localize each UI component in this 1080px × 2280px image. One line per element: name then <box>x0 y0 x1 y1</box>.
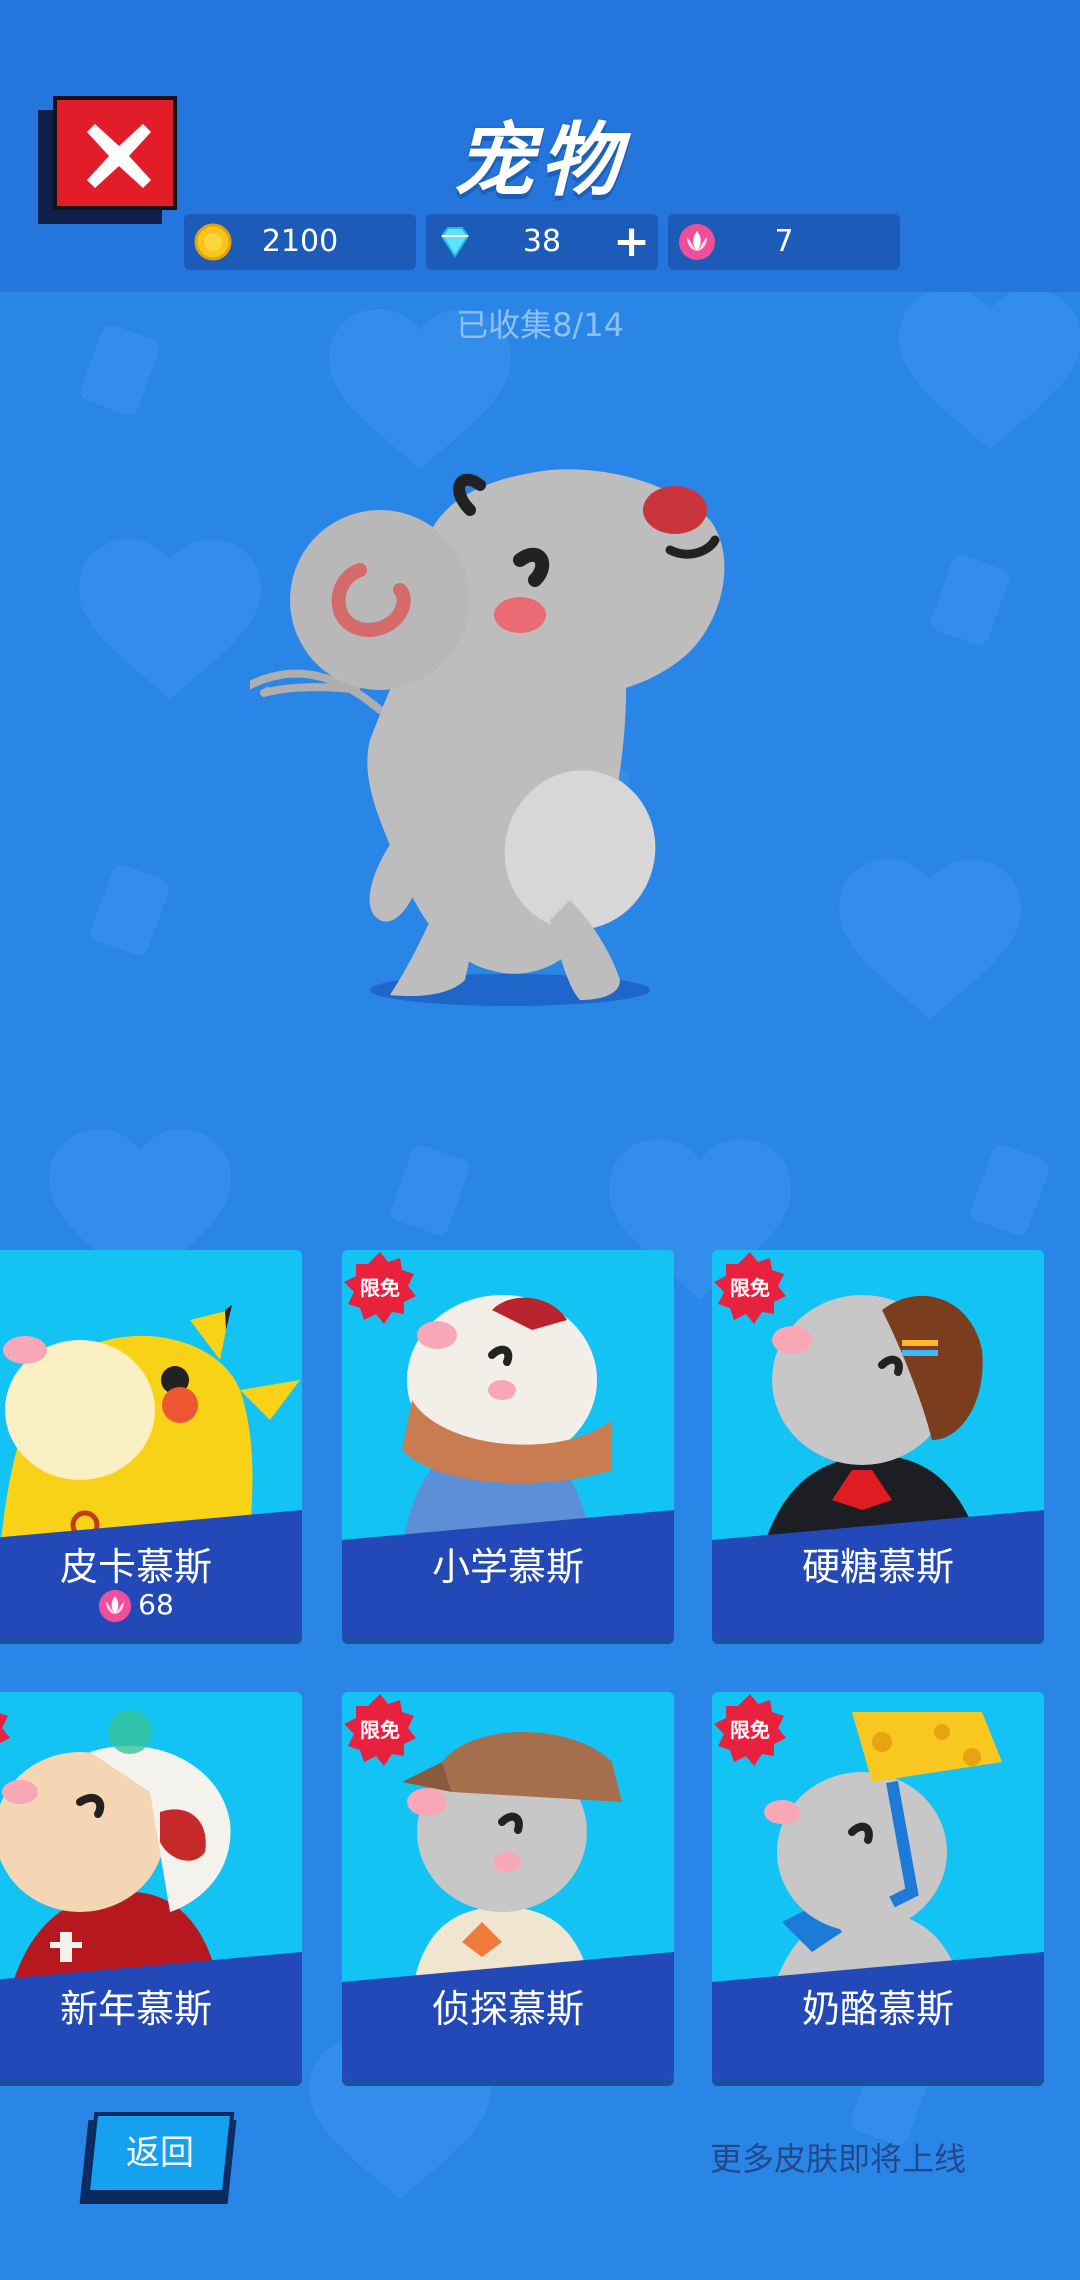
back-button[interactable]: 返回 <box>79 2112 237 2204</box>
pet-name: 侦探慕斯 <box>431 1987 584 2031</box>
newyear-mouse-art <box>0 1710 231 1992</box>
top-header: 宠物 2100 38 + 7 <box>0 0 1080 292</box>
free-badge: 限免 <box>712 1250 788 1326</box>
gold-counter: 2100 <box>184 214 416 270</box>
collection-progress: 已收集8/14 <box>456 306 624 344</box>
gold-value: 2100 <box>261 224 339 259</box>
free-badge: 限免 <box>342 1250 418 1326</box>
pet-card-student-mouse[interactable]: 限免 小学慕斯 <box>342 1250 674 1638</box>
diamond-value: 38 <box>522 224 562 259</box>
lotus-value: 7 <box>774 224 794 259</box>
free-badge: 限免 <box>342 1692 418 1768</box>
pet-name: 新年慕斯 <box>59 1987 212 2031</box>
pet-name: 皮卡慕斯 <box>59 1545 212 1589</box>
coming-soon-text: 更多皮肤即将上线 <box>710 2140 967 2178</box>
pet-name: 小学慕斯 <box>431 1545 584 1589</box>
free-badge: 限免 <box>712 1692 788 1768</box>
pet-price-value: 68 <box>138 1588 174 1621</box>
add-diamond-button[interactable]: + <box>613 214 650 270</box>
pet-price: 68 <box>0 1588 302 1623</box>
pikamouse-art <box>0 1305 300 1550</box>
back-button-label: 返回 <box>126 2133 194 2173</box>
pet-card-pikamouse[interactable]: 皮卡慕斯 68 <box>0 1250 302 1638</box>
free-badge-label: 限免 <box>730 1718 770 1742</box>
lotus-icon <box>99 1589 132 1623</box>
free-badge: 限免 <box>0 1692 12 1768</box>
pet-card-candy-mouse[interactable]: 限免 硬糖慕斯 <box>712 1250 1044 1638</box>
pet-name: 硬糖慕斯 <box>801 1545 954 1589</box>
pet-preview <box>236 450 770 1010</box>
mouse-character-image <box>236 469 725 1006</box>
diamond-counter: 38 + <box>426 214 658 270</box>
page-title: 宠物 <box>454 114 626 207</box>
pet-name: 奶酪慕斯 <box>801 1987 954 2031</box>
pet-card-detective-mouse[interactable]: 限免 侦探慕斯 <box>342 1692 674 2080</box>
pet-card-cheese-mouse[interactable]: 限免 奶酪慕斯 <box>712 1692 1044 2080</box>
pet-card-newyear-mouse[interactable]: 限免 新年慕斯 <box>0 1692 302 2080</box>
lotus-counter: 7 <box>668 214 900 270</box>
free-badge-label: 限免 <box>360 1276 400 1300</box>
free-badge-label: 限免 <box>730 1276 770 1300</box>
free-badge-label: 限免 <box>360 1718 400 1742</box>
free-badge-label: 限免 <box>0 1692 12 1768</box>
